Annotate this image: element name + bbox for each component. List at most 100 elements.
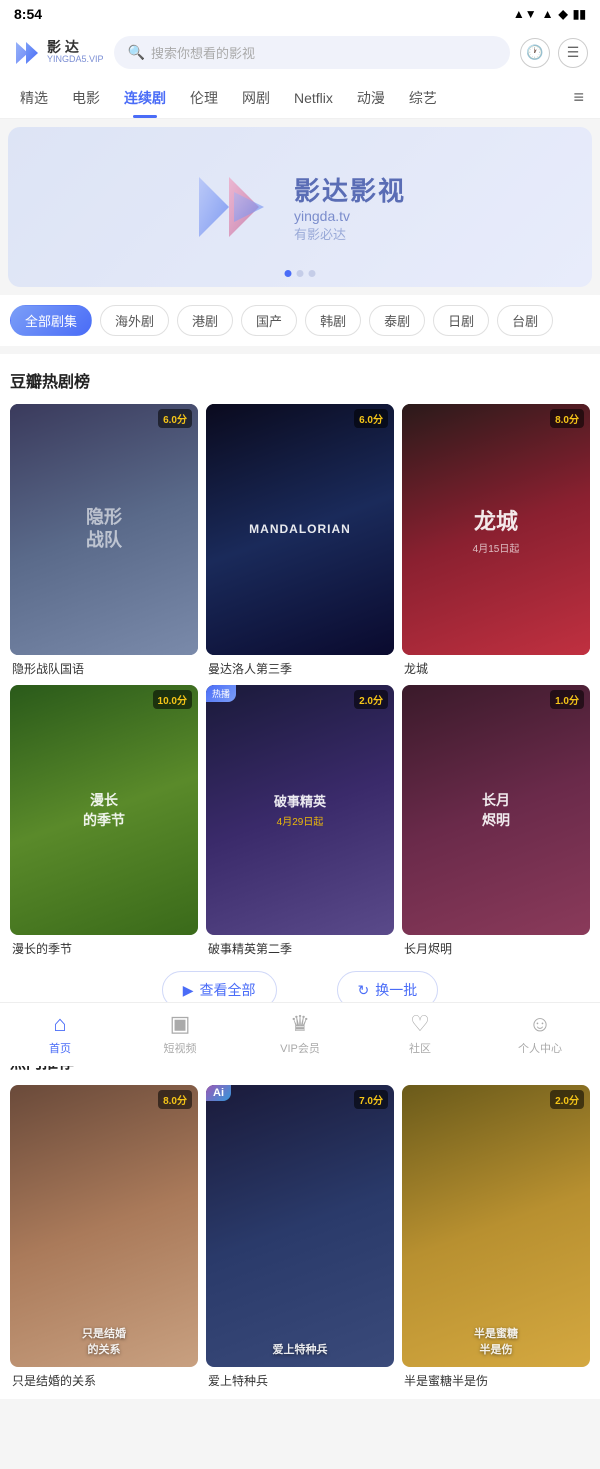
logo-text: 影 达 YINGDA5.VIP — [47, 40, 104, 65]
movie-label-5: 热播 — [206, 685, 236, 702]
banner[interactable]: 影达影视 yingda.tv 有影必达 — [8, 127, 592, 287]
douban-section: 豆瓣热剧榜 隐形战队 6.0分 隐形战队国语 MANDALORIAN 6.0分 … — [0, 354, 600, 1027]
tab-jingxuan[interactable]: 精选 — [8, 78, 60, 118]
movie-score-2: 6.0分 — [354, 409, 388, 428]
hot-card-2[interactable]: 爱上特种兵 Ai 7.0分 爱上特种兵 — [206, 1085, 394, 1389]
movie-title-1: 隐形战队国语 — [10, 660, 198, 677]
hot-thumb-2: 爱上特种兵 Ai 7.0分 — [206, 1085, 394, 1367]
header: 影 达 YINGDA5.VIP 🔍 搜索你想看的影视 🕐 ☰ — [0, 28, 600, 77]
movie-card-6[interactable]: 长月烬明 1.0分 长月烬明 — [402, 685, 590, 958]
banner-text: 影达影视 yingda.tv 有影必达 — [294, 171, 406, 243]
chip-thai[interactable]: 泰剧 — [369, 305, 425, 336]
movie-title-4: 漫长的季节 — [10, 940, 198, 957]
profile-icon: ☺ — [529, 1011, 551, 1037]
network-icon: ▲▼ — [513, 7, 537, 21]
filter-chips: 全部剧集 海外剧 港剧 国产 韩剧 泰剧 日剧 台剧 — [0, 295, 600, 346]
chip-korean[interactable]: 韩剧 — [305, 305, 361, 336]
refresh-icon: ↻ — [358, 982, 370, 999]
movie-thumb-5: 破事精英 4月29日起 热播 2.0分 — [206, 685, 394, 936]
movie-card-5[interactable]: 破事精英 4月29日起 热播 2.0分 破事精英第二季 — [206, 685, 394, 958]
dot-active — [285, 270, 292, 277]
search-bar[interactable]: 🔍 搜索你想看的影视 — [114, 36, 510, 69]
hot-thumb-1: 只是结婚的关系 8.0分 — [10, 1085, 198, 1367]
tab-netflix[interactable]: Netflix — [282, 80, 345, 116]
movie-score-5: 2.0分 — [354, 690, 388, 709]
header-icons: 🕐 ☰ — [520, 38, 588, 68]
dot-2 — [309, 270, 316, 277]
tab-lunli[interactable]: 伦理 — [178, 78, 230, 118]
movie-card-4[interactable]: 漫长的季节 10.0分 漫长的季节 — [10, 685, 198, 958]
banner-dots — [285, 270, 316, 277]
movie-thumb-6: 长月烬明 1.0分 — [402, 685, 590, 936]
tab-lianjuju[interactable]: 连续剧 — [112, 78, 178, 118]
movie-score-6: 1.0分 — [550, 690, 584, 709]
hot-title-1: 只是结婚的关系 — [10, 1372, 198, 1389]
vip-icon: ♛ — [290, 1011, 310, 1037]
movie-card-2[interactable]: MANDALORIAN 6.0分 曼达洛人第三季 — [206, 404, 394, 677]
nav-video-label: 短视频 — [164, 1040, 197, 1056]
play-icon: ▶ — [183, 982, 194, 999]
battery-icon: ▮▮ — [573, 7, 586, 21]
status-bar: 8:54 ▲▼ ▲ ◆ ▮▮ — [0, 0, 600, 28]
nav-home[interactable]: ⌂ 首页 — [30, 1011, 90, 1056]
nav-video[interactable]: ▣ 短视频 — [150, 1011, 210, 1056]
movie-card-3[interactable]: 龙城 4月15日起 8.0分 龙城 — [402, 404, 590, 677]
hot-card-1[interactable]: 只是结婚的关系 8.0分 只是结婚的关系 — [10, 1085, 198, 1389]
view-all-label: 查看全部 — [200, 980, 256, 1000]
chip-domestic[interactable]: 国产 — [241, 305, 297, 336]
nav-more-button[interactable]: ≡ — [565, 77, 592, 118]
tab-dianying[interactable]: 电影 — [60, 78, 112, 118]
movie-title-5: 破事精英第二季 — [206, 940, 394, 957]
banner-logo-icon — [194, 172, 274, 242]
hot-thumb-3: 半是蜜糖半是伤 2.0分 — [402, 1085, 590, 1367]
ai-badge: Ai — [206, 1085, 231, 1101]
nav-profile-label: 个人中心 — [518, 1040, 562, 1056]
refresh-label: 换一批 — [375, 980, 417, 1000]
movie-title-2: 曼达洛人第三季 — [206, 660, 394, 677]
tab-wangju[interactable]: 网剧 — [230, 78, 282, 118]
signal-icon: ◆ — [559, 7, 568, 21]
hot-card-3[interactable]: 半是蜜糖半是伤 2.0分 半是蜜糖半是伤 — [402, 1085, 590, 1389]
douban-section-title: 豆瓣热剧榜 — [10, 368, 590, 392]
nav-vip[interactable]: ♛ VIP会员 — [270, 1011, 330, 1056]
movie-title-6: 长月烬明 — [402, 940, 590, 957]
wifi-icon: ▲ — [542, 7, 554, 21]
menu-icon: ☰ — [567, 44, 580, 61]
chip-taiwan[interactable]: 台剧 — [497, 305, 553, 336]
chip-overseas[interactable]: 海外剧 — [100, 305, 169, 336]
nav-community[interactable]: ♡ 社区 — [390, 1011, 450, 1056]
hot-section: 热门推荐 只是结婚的关系 8.0分 只是结婚的关系 爱上特种兵 Ai 7.0分 … — [0, 1035, 600, 1399]
search-icon: 🔍 — [128, 44, 145, 61]
hot-score-1: 8.0分 — [158, 1090, 192, 1109]
status-time: 8:54 — [14, 6, 42, 22]
history-icon: 🕐 — [526, 44, 543, 61]
movie-score-3: 8.0分 — [550, 409, 584, 428]
dot-1 — [297, 270, 304, 277]
banner-content: 影达影视 yingda.tv 有影必达 — [194, 171, 406, 243]
movie-thumb-4: 漫长的季节 10.0分 — [10, 685, 198, 936]
movie-title-3: 龙城 — [402, 660, 590, 677]
chip-hk[interactable]: 港剧 — [177, 305, 233, 336]
movie-thumb-2: MANDALORIAN 6.0分 — [206, 404, 394, 655]
chip-all[interactable]: 全部剧集 — [10, 305, 92, 336]
movie-card-1[interactable]: 隐形战队 6.0分 隐形战队国语 — [10, 404, 198, 677]
nav-community-label: 社区 — [409, 1040, 431, 1056]
hot-score-3: 2.0分 — [550, 1090, 584, 1109]
tab-zongyi[interactable]: 综艺 — [397, 78, 449, 118]
history-button[interactable]: 🕐 — [520, 38, 550, 68]
logo-icon — [12, 38, 42, 68]
nav-vip-label: VIP会员 — [280, 1040, 320, 1056]
nav-profile[interactable]: ☺ 个人中心 — [510, 1011, 570, 1056]
movie-thumb-3: 龙城 4月15日起 8.0分 — [402, 404, 590, 655]
movie-score-4: 10.0分 — [153, 690, 192, 709]
douban-grid-row2: 漫长的季节 10.0分 漫长的季节 破事精英 4月29日起 热播 2.0分 破事… — [10, 685, 590, 958]
movie-score-1: 6.0分 — [158, 409, 192, 428]
community-icon: ♡ — [410, 1011, 430, 1037]
video-icon: ▣ — [170, 1011, 191, 1037]
chip-japanese[interactable]: 日剧 — [433, 305, 489, 336]
tab-dongman[interactable]: 动漫 — [345, 78, 397, 118]
menu-button[interactable]: ☰ — [558, 38, 588, 68]
hot-title-3: 半是蜜糖半是伤 — [402, 1372, 590, 1389]
hot-score-2: 7.0分 — [354, 1090, 388, 1109]
movie-thumb-1: 隐形战队 6.0分 — [10, 404, 198, 655]
